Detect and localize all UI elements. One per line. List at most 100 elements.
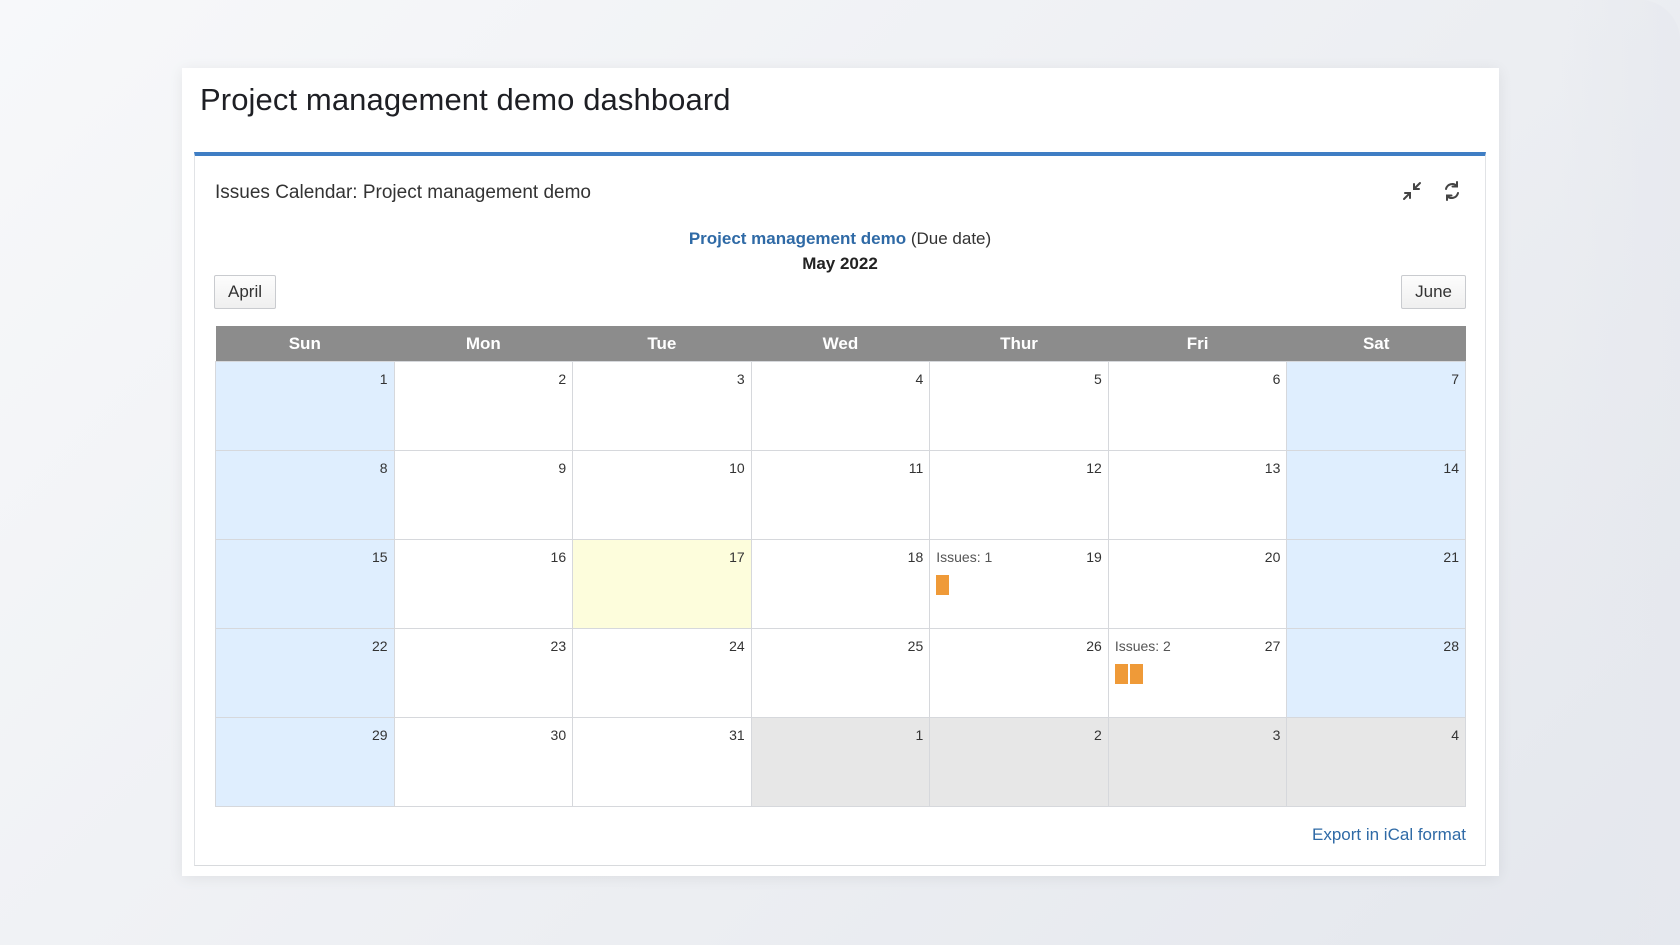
gadget-toolbar — [1399, 178, 1465, 204]
day-number: 26 — [1086, 638, 1102, 654]
dashboard-title: Project management demo dashboard — [200, 82, 731, 117]
day-number: 21 — [1443, 549, 1459, 565]
calendar-day-cell[interactable]: 16 — [393, 539, 574, 629]
calendar-day-cell[interactable]: 5 — [929, 361, 1109, 451]
calendar-day-cell[interactable]: 3 — [1107, 717, 1288, 807]
calendar-week-row: 1 2 3 4 5 6 7 — [215, 361, 1466, 451]
day-number: 2 — [558, 371, 567, 387]
issues-count-label: Issues: 2 — [1114, 638, 1171, 654]
gadget-title: Issues Calendar: Project management demo — [215, 182, 591, 203]
calendar-day-cell[interactable]: 4 — [1286, 717, 1466, 807]
calendar-day-cell[interactable]: 1 — [215, 361, 395, 451]
weekday-header: Sat — [1286, 326, 1466, 362]
day-number: 9 — [558, 460, 567, 476]
calendar-body: 1 2 3 4 5 6 7 8 9 10 11 12 13 14 15 16 17 18 19 Issues: 1 20… — [215, 361, 1466, 807]
calendar-day-cell[interactable]: 2 — [393, 361, 574, 451]
day-number: 15 — [371, 549, 388, 565]
calendar-day-cell[interactable]: 10 — [572, 450, 752, 540]
calendar-week-row: 29 30 31 1 2 3 4 — [215, 717, 1466, 807]
calendar-grid: Sun Mon Tue Wed Thur Fri Sat 1 2 3 4 5 6 7 8 9 10… — [215, 326, 1466, 807]
day-number: 20 — [1264, 549, 1281, 565]
calendar-day-cell[interactable]: 20 — [1107, 539, 1288, 629]
day-number: 10 — [729, 460, 745, 476]
day-number: 16 — [550, 549, 567, 565]
next-month-button[interactable]: June — [1401, 275, 1466, 309]
day-number: 25 — [907, 638, 924, 654]
day-number: 17 — [729, 549, 745, 565]
day-number: 3 — [736, 371, 745, 387]
dashboard-panel: Project management demo dashboard Issues… — [182, 68, 1499, 876]
calendar-day-cell[interactable]: 3 — [572, 361, 752, 451]
previous-month-button[interactable]: April — [214, 275, 277, 309]
calendar-header: Project management demo (Due date) May 2… — [195, 226, 1485, 276]
day-number: 11 — [908, 460, 924, 476]
calendar-day-cell[interactable]: 6 — [1107, 361, 1288, 451]
calendar-day-cell[interactable]: 29 — [215, 717, 395, 807]
day-number: 6 — [1272, 371, 1281, 387]
issue-marker[interactable] — [1114, 664, 1128, 684]
issue-marker[interactable] — [1129, 664, 1143, 684]
calendar-day-cell[interactable]: 24 — [572, 628, 752, 718]
calendar-day-cell[interactable]: 23 — [393, 628, 574, 718]
calendar-day-cell[interactable]: 15 — [215, 539, 395, 629]
calendar-day-cell[interactable]: 13 — [1107, 450, 1288, 540]
calendar-day-cell[interactable]: 14 — [1286, 450, 1466, 540]
day-number: 18 — [907, 549, 924, 565]
calendar-day-cell[interactable]: 27 Issues: 2 — [1107, 628, 1288, 718]
calendar-week-row: 8 9 10 11 12 13 14 — [215, 450, 1466, 540]
project-link[interactable]: Project management demo — [689, 229, 906, 248]
issues-count-label: Issues: 1 — [936, 549, 993, 565]
weekday-header: Wed — [751, 326, 930, 362]
day-number: 12 — [1086, 460, 1102, 476]
day-number: 22 — [371, 638, 388, 654]
day-number: 3 — [1272, 727, 1281, 743]
day-number: 27 — [1264, 638, 1281, 654]
day-number: 1 — [915, 727, 924, 743]
calendar-week-row: 15 16 17 18 19 Issues: 1 20 21 — [215, 539, 1466, 629]
calendar-day-cell[interactable]: 25 — [750, 628, 931, 718]
day-number: 30 — [550, 727, 567, 743]
day-number: 29 — [371, 727, 388, 743]
weekday-header: Sun — [215, 326, 395, 362]
export-ical-link[interactable]: Export in iCal format — [1312, 825, 1466, 845]
calendar-day-cell[interactable]: 19 Issues: 1 — [929, 539, 1109, 629]
day-number: 4 — [1451, 727, 1459, 743]
day-number: 28 — [1443, 638, 1459, 654]
calendar-day-cell[interactable]: 2 — [929, 717, 1109, 807]
month-label: May 2022 — [802, 254, 878, 273]
collapse-icon[interactable] — [1399, 178, 1425, 204]
calendar-day-cell[interactable]: 28 — [1286, 628, 1466, 718]
calendar-day-cell[interactable]: 26 — [929, 628, 1109, 718]
background-decoration — [1560, 0, 1680, 945]
day-number: 1 — [379, 371, 388, 387]
weekday-header: Mon — [394, 326, 573, 362]
issue-markers — [936, 575, 950, 595]
calendar-day-cell[interactable]: 9 — [393, 450, 574, 540]
issue-marker[interactable] — [936, 575, 950, 595]
day-number: 5 — [1094, 371, 1102, 387]
calendar-day-cell[interactable]: 22 — [215, 628, 395, 718]
calendar-day-cell[interactable]: 31 — [572, 717, 752, 807]
calendar-day-cell[interactable]: 30 — [393, 717, 574, 807]
calendar-day-cell[interactable]: 18 — [750, 539, 931, 629]
day-number: 24 — [729, 638, 745, 654]
calendar-day-cell[interactable]: 4 — [750, 361, 931, 451]
calendar-day-cell[interactable]: 17 — [572, 539, 752, 629]
refresh-icon[interactable] — [1439, 178, 1465, 204]
day-number: 19 — [1086, 549, 1102, 565]
calendar-day-cell[interactable]: 21 — [1286, 539, 1466, 629]
calendar-day-cell[interactable]: 12 — [929, 450, 1109, 540]
day-number: 7 — [1451, 371, 1459, 387]
day-number: 14 — [1443, 460, 1459, 476]
calendar-day-cell[interactable]: 7 — [1286, 361, 1466, 451]
issue-markers — [1114, 664, 1143, 684]
issues-calendar-gadget: Issues Calendar: Project management demo — [194, 152, 1486, 866]
weekday-header: Tue — [572, 326, 752, 362]
calendar-day-cell[interactable]: 8 — [215, 450, 395, 540]
calendar-day-cell[interactable]: 11 — [750, 450, 931, 540]
day-number: 4 — [915, 371, 924, 387]
day-number: 23 — [550, 638, 567, 654]
calendar-day-cell[interactable]: 1 — [750, 717, 931, 807]
calendar-subtitle: Project management demo (Due date) — [195, 226, 1485, 251]
day-number: 13 — [1264, 460, 1281, 476]
